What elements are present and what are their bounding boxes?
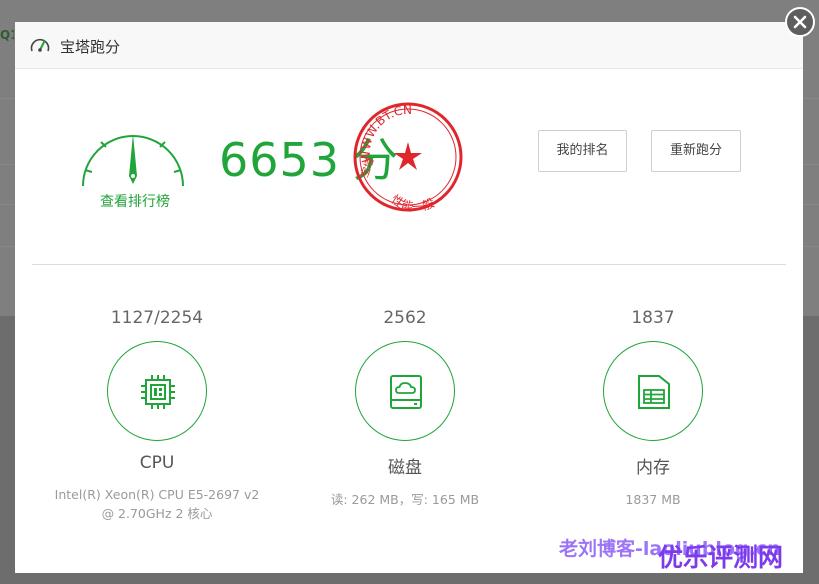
close-button[interactable] [785, 7, 815, 37]
memory-detail: 1837 MB [625, 492, 681, 507]
disk-label: 磁盘 [388, 458, 422, 478]
rating-stamp: WWW.BT.CN 性能一般 宝塔 [353, 102, 463, 214]
background-text-fragment: Q1 [0, 28, 14, 42]
memory-score: 1837 [631, 308, 675, 328]
gauge-icon [82, 134, 184, 187]
memory-icon-circle [603, 341, 703, 441]
disk-cloud-icon [390, 375, 422, 409]
disk-metric: 2562 磁盘 读: 262 MB，写: 165 MB [280, 308, 530, 509]
disk-detail: 读: 262 MB，写: 165 MB [330, 492, 480, 507]
cpu-label: CPU [139, 453, 175, 473]
cpu-metric: 1127/2254 CPU Intel(R) Xeon(R) CPU E5-26… [32, 308, 282, 523]
dialog-title: 宝塔跑分 [60, 38, 121, 56]
disk-score: 2562 [383, 308, 427, 328]
speedometer-icon [29, 35, 51, 57]
dialog-header: 宝塔跑分 [15, 22, 803, 69]
cpu-icon-circle [107, 341, 207, 441]
leaderboard-link[interactable]: 查看排行榜 [93, 191, 177, 211]
watermark-right: 优乐评测网 [658, 543, 784, 572]
rerun-benchmark-button[interactable]: 重新跑分 [651, 130, 741, 172]
cpu-chip-icon [141, 375, 175, 409]
memory-label: 内存 [636, 458, 670, 478]
stamp-verdict: 性能一般 [389, 192, 437, 214]
cpu-score: 1127/2254 [110, 308, 204, 328]
disk-icon-circle [355, 341, 455, 441]
cpu-detail: Intel(R) Xeon(R) CPU E5-2697 v2 @ 2.70GH… [54, 487, 260, 521]
stamp-star-icon [394, 142, 422, 170]
close-icon [793, 15, 807, 29]
benchmark-dialog: 宝塔跑分 查看排行榜 6653 分 WWW.BT.CN 性能一般 宝塔 我的排名 … [15, 22, 803, 573]
memory-icon [638, 375, 670, 409]
section-divider [32, 264, 786, 265]
score-value: 6653 [219, 133, 341, 187]
memory-metric: 1837 内存 1837 MB [528, 308, 778, 509]
my-rank-button[interactable]: 我的排名 [538, 130, 627, 172]
